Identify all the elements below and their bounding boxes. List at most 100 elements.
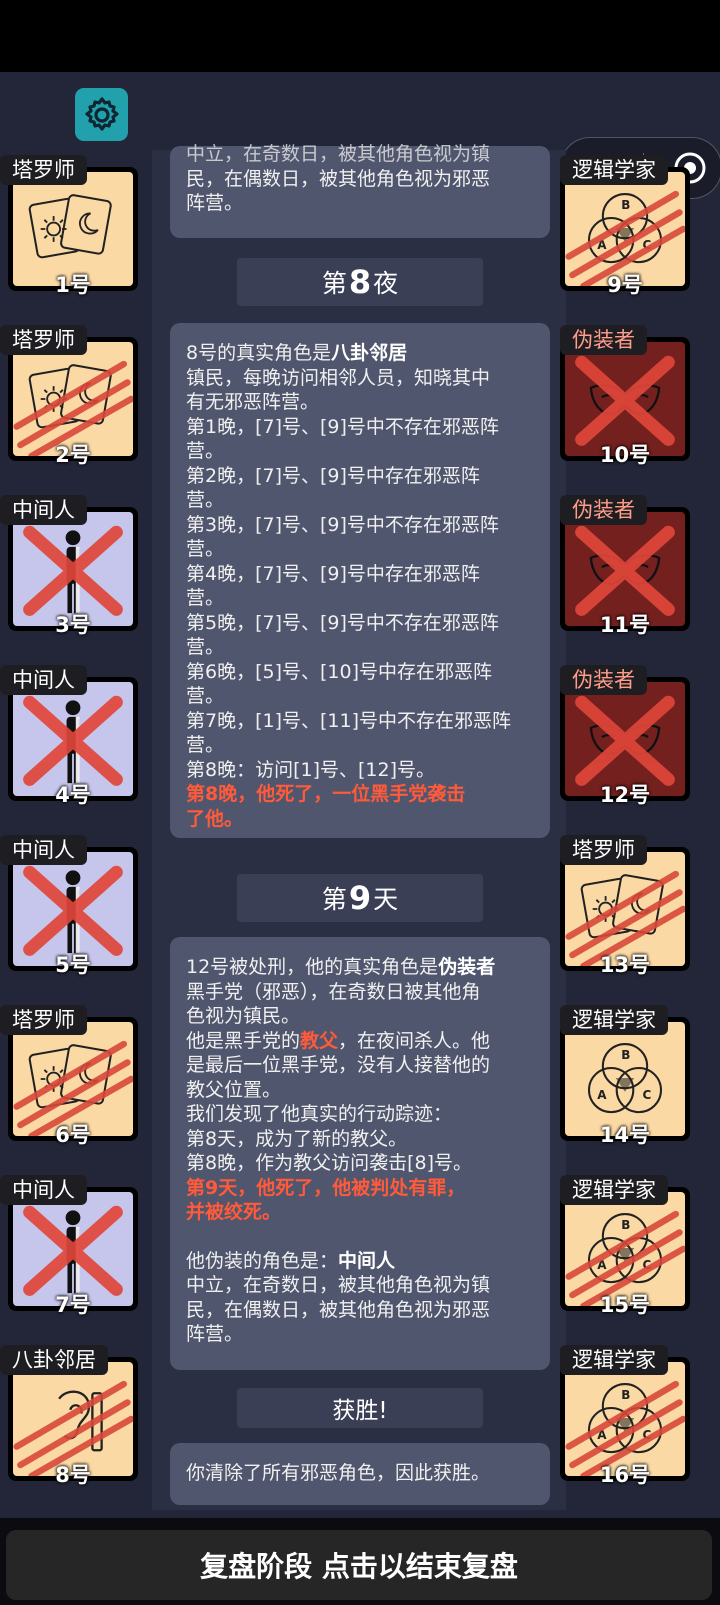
log-line: 民，在偶数日，被其他角色视为邪恶 <box>186 167 491 190</box>
log-line: 他伪装的角色是：中间人 <box>186 1249 396 1272</box>
log-line: 营。 <box>186 734 225 756</box>
log-line: 第1晚，[7]号、[9]号中不存在邪恶阵 <box>186 415 499 438</box>
death-line: 了他。 <box>186 807 244 830</box>
svg-text:C: C <box>643 1088 652 1102</box>
log-line: 镇民，每晚访问相邻人员，知晓其中 <box>186 366 491 389</box>
player-role-label: 逻辑学家 <box>560 1345 668 1375</box>
player-tile[interactable]: 中间人 3号 <box>0 495 140 637</box>
log-line: 中立，在奇数日，被其他角色视为镇 <box>186 1274 491 1296</box>
phase-suffix: 天 <box>373 885 399 914</box>
night-8-header: 第8夜 <box>237 258 483 306</box>
end-review-button[interactable]: 复盘阶段 点击以结束复盘 <box>6 1530 712 1600</box>
player-role-label: 逻辑学家 <box>560 1005 668 1035</box>
death-line: 第8晚，他死了，一位黑手党袭击 <box>186 783 466 805</box>
player-number: 1号 <box>55 273 91 297</box>
log-line: 第7晚，[1]号、[11]号中不存在邪恶阵 <box>186 709 512 732</box>
player-number: 3号 <box>55 613 91 637</box>
log-line: 色视为镇民。 <box>186 1005 301 1027</box>
svg-text:B: B <box>621 1218 630 1232</box>
log-line: 营。 <box>186 538 225 560</box>
settings-button[interactable] <box>75 88 128 141</box>
player-number: 10号 <box>599 443 651 467</box>
player-tile[interactable]: 中间人 7号 <box>0 1175 140 1317</box>
log-line: 我们发现了他真实的行动踪迹： <box>186 1103 453 1125</box>
player-number: 16号 <box>599 1463 651 1487</box>
player-role-label: 逻辑学家 <box>560 1175 668 1205</box>
svg-text:B: B <box>621 1048 630 1062</box>
player-role-label: 中间人 <box>0 495 87 525</box>
end-review-label: 复盘阶段 点击以结束复盘 <box>200 1550 518 1583</box>
player-role-label: 塔罗师 <box>560 835 647 865</box>
player-number: 4号 <box>55 783 91 807</box>
player-number: 12号 <box>599 783 651 807</box>
log-line: 营。 <box>186 685 225 707</box>
log-line: 是最后一位黑手党，没有人接替他的 <box>186 1054 491 1076</box>
player-number: 13号 <box>599 953 651 977</box>
log-line: 第8晚：访问[1]号、[12]号。 <box>186 758 436 781</box>
log-line: 第8晚，作为教父访问袭击[8]号。 <box>186 1152 473 1174</box>
log-line: 有无邪恶阵营。 <box>186 391 320 413</box>
log-card-victory: 你清除了所有邪恶角色，因此获胜。 <box>170 1443 550 1505</box>
log-line: 第6晚，[5]号、[10]号中存在邪恶阵 <box>186 660 493 683</box>
phase-prefix: 第 <box>321 885 347 914</box>
log-line: 第2晚，[7]号、[9]号中存在邪恶阵 <box>186 464 480 487</box>
log-lines: 镇民，每晚访问相邻人员，知晓其中 有无邪恶阵营。 第1晚，[7]号、[9]号中不存在… <box>186 366 534 783</box>
victory-header: 获胜! <box>237 1388 483 1428</box>
player-tile[interactable]: 伪装者 10号 <box>552 325 692 467</box>
player-tile[interactable]: 塔罗师 6号 <box>0 1005 140 1147</box>
player-number: 7号 <box>55 1293 91 1317</box>
phase-suffix: 夜 <box>373 269 399 298</box>
log-line: 营。 <box>186 636 225 658</box>
log-line: 中立，在奇数日，被其他角色视为镇 <box>186 143 491 165</box>
player-tile[interactable]: 塔罗师 2号 <box>0 325 140 467</box>
log-line: 民，在偶数日，被其他角色视为邪恶 <box>186 1298 491 1321</box>
player-tile[interactable]: B A C 逻辑学家 16号 <box>552 1345 692 1487</box>
player-tile[interactable]: 伪装者 12号 <box>552 665 692 807</box>
log-card-previous: 中立，在奇数日，被其他角色视为镇 民，在偶数日，被其他角色视为邪恶 阵营。 <box>170 143 550 238</box>
day-9-header: 第9天 <box>237 874 483 922</box>
player-role-label: 伪装者 <box>560 325 647 355</box>
log-line: 营。 <box>186 587 225 609</box>
player-number: 5号 <box>55 953 91 977</box>
status-bar <box>0 0 720 72</box>
player-tile[interactable]: 塔罗师 13号 <box>552 835 692 977</box>
player-number: 8号 <box>55 1463 91 1487</box>
player-tile[interactable]: 中间人 5号 <box>0 835 140 977</box>
death-line: 并被绞死。 <box>186 1201 282 1223</box>
player-role-label: 伪装者 <box>560 495 647 525</box>
phase-number: 9 <box>348 879 372 917</box>
player-number: 11号 <box>599 613 651 637</box>
phase-prefix: 第 <box>321 269 347 298</box>
log-line: 你清除了所有邪恶角色，因此获胜。 <box>186 1462 491 1484</box>
player-tile[interactable]: 八卦邻居 8号 <box>0 1345 140 1487</box>
player-tile[interactable]: 中间人 4号 <box>0 665 140 807</box>
log-line: 第5晚，[7]号、[9]号中不存在邪恶阵 <box>186 611 499 634</box>
player-number: 2号 <box>55 443 91 467</box>
log-line: 教父位置。 <box>186 1078 282 1101</box>
player-number: 6号 <box>55 1123 91 1147</box>
svg-text:B: B <box>621 198 630 212</box>
log-line: 他是黑手党的教父，在夜间杀人。他 <box>186 1029 491 1052</box>
log-line: 第4晚，[7]号、[9]号中存在邪恶阵 <box>186 562 480 585</box>
log-line: 阵营。 <box>186 1323 244 1345</box>
svg-text:A: A <box>597 1088 607 1102</box>
player-tile[interactable]: B A C 逻辑学家 9号 <box>552 155 692 297</box>
player-tile[interactable]: B A C 逻辑学家 14号 <box>552 1005 692 1147</box>
log-card-night-8: 8号的真实角色是八卦邻居 镇民，每晚访问相邻人员，知晓其中 有无邪恶阵营。 第1晚，… <box>170 323 550 838</box>
player-role-label: 中间人 <box>0 665 87 695</box>
player-tile[interactable]: B A C 逻辑学家 15号 <box>552 1175 692 1317</box>
player-role-label: 中间人 <box>0 1175 87 1205</box>
player-role-label: 塔罗师 <box>0 1005 87 1035</box>
death-line: 第9天，他死了，他被判处有罪， <box>186 1176 466 1199</box>
log-line: 8号的真实角色是八卦邻居 <box>186 342 408 364</box>
log-line: 黑手党（邪恶），在奇数日被其他角 <box>186 980 481 1003</box>
log-line: 第3晚，[7]号、[9]号中不存在邪恶阵 <box>186 513 499 536</box>
player-number: 15号 <box>599 1293 651 1317</box>
log-card-day-9: 12号被处刑，他的真实角色是伪装者 黑手党（邪恶），在奇数日被其他角 色视为镇民… <box>170 937 550 1370</box>
log-line: 12号被处刑，他的真实角色是伪装者 <box>186 956 496 978</box>
victory-label: 获胜! <box>332 1398 388 1424</box>
player-tile[interactable]: 伪装者 11号 <box>552 495 692 637</box>
log-line: 第8天，成为了新的教父。 <box>186 1127 408 1150</box>
player-tile[interactable]: 塔罗师 1号 <box>0 155 140 297</box>
